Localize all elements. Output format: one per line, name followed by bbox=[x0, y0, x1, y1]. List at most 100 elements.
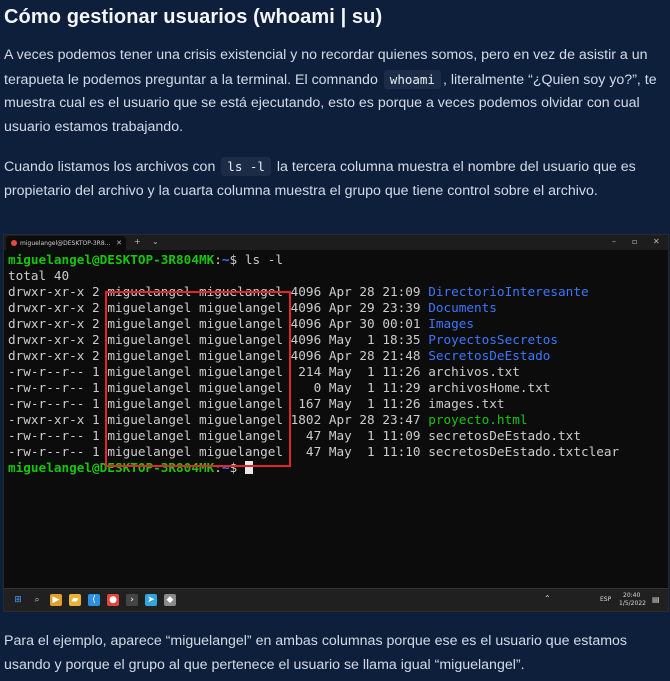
example-paragraph: Para el ejemplo, aparece “miguelangel” e… bbox=[4, 633, 628, 673]
terminal-screenshot: miguelangel@DESKTOP-3R8... ✕ + ⌄ – ▫ ✕ m… bbox=[3, 234, 669, 612]
file-name: Images bbox=[428, 316, 475, 331]
month: Apr bbox=[328, 300, 360, 315]
size: 4096 bbox=[290, 284, 329, 299]
time: 21:09 bbox=[382, 284, 429, 299]
file-name: DirectorioInteresante bbox=[428, 284, 589, 299]
file-name: Documents bbox=[428, 300, 497, 315]
links: 1 bbox=[84, 428, 108, 443]
file-name: images.txt bbox=[428, 396, 505, 411]
day: 30 bbox=[359, 316, 383, 331]
month: Apr bbox=[328, 412, 360, 427]
time: 23:39 bbox=[382, 300, 429, 315]
links: 1 bbox=[84, 364, 108, 379]
size: 1802 bbox=[290, 412, 329, 427]
day: 28 bbox=[359, 412, 383, 427]
terminal-icon[interactable]: › bbox=[126, 594, 138, 606]
month: Apr bbox=[328, 284, 360, 299]
size: 4096 bbox=[290, 348, 329, 363]
tab-title: miguelangel@DESKTOP-3R8... bbox=[20, 239, 111, 247]
perms: -rw-r--r-- bbox=[8, 428, 85, 443]
highlight-box bbox=[105, 291, 291, 467]
day: 1 bbox=[359, 332, 383, 347]
prompt-separator: : bbox=[214, 252, 222, 267]
chevron-down-icon[interactable]: ⌄ bbox=[152, 237, 159, 246]
day: 1 bbox=[359, 396, 383, 411]
size: 4096 bbox=[290, 316, 329, 331]
taskbar: ⌃ ESP 20:40 1/5/2022 ▤ ⊞ ⌕ ▶ ▰ ⟨ ● › ➤ ◆ bbox=[4, 588, 668, 611]
month: May bbox=[328, 428, 360, 443]
ls-paragraph: Cuando listamos los archivos con ls -l l… bbox=[4, 155, 666, 203]
perms: -rw-r--r-- bbox=[8, 364, 85, 379]
day: 1 bbox=[359, 364, 383, 379]
time: 18:35 bbox=[382, 332, 429, 347]
time: 00:01 bbox=[382, 316, 429, 331]
perms: drwxr-xr-x bbox=[8, 332, 85, 347]
maximize-button[interactable]: ▫ bbox=[632, 237, 637, 246]
links: 1 bbox=[84, 396, 108, 411]
time: 11:26 bbox=[382, 364, 429, 379]
day: 28 bbox=[359, 284, 383, 299]
close-icon[interactable]: ✕ bbox=[116, 239, 122, 247]
file-name: SecretosDeEstado bbox=[428, 348, 551, 363]
perms: drwxr-xr-x bbox=[8, 316, 85, 331]
links: 2 bbox=[84, 300, 108, 315]
day: 29 bbox=[359, 300, 383, 315]
chrome-icon[interactable]: ● bbox=[107, 594, 119, 606]
close-window-button[interactable]: ✕ bbox=[653, 237, 660, 246]
file-name: archivos.txt bbox=[428, 364, 520, 379]
links: 1 bbox=[84, 380, 108, 395]
time: 23:47 bbox=[382, 412, 429, 427]
total-line: total 40 bbox=[8, 268, 70, 283]
windows-start-icon[interactable]: ⊞ bbox=[12, 594, 24, 606]
links: 2 bbox=[84, 348, 108, 363]
intro-paragraph: A veces podemos tener una crisis existen… bbox=[4, 44, 666, 139]
time: 11:29 bbox=[382, 380, 429, 395]
command-text: ls -l bbox=[244, 252, 284, 267]
file-name: secretosDeEstado.txtclear bbox=[428, 444, 620, 459]
month: May bbox=[328, 444, 360, 459]
tray-chevron-icon[interactable]: ⌃ bbox=[544, 594, 551, 603]
size: 4096 bbox=[290, 332, 329, 347]
time: 11:26 bbox=[382, 396, 429, 411]
telegram-icon[interactable]: ➤ bbox=[145, 594, 157, 606]
size: 0 bbox=[290, 380, 329, 395]
day: 1 bbox=[359, 380, 383, 395]
terminal-titlebar: miguelangel@DESKTOP-3R8... ✕ + ⌄ – ▫ ✕ bbox=[4, 235, 668, 250]
file-name: proyecto.html bbox=[428, 412, 528, 427]
perms: drwxr-xr-x bbox=[8, 284, 85, 299]
month: Apr bbox=[328, 348, 360, 363]
notification-icon[interactable]: ▤ bbox=[652, 595, 660, 604]
vscode-icon[interactable]: ⟨ bbox=[88, 594, 100, 606]
terminal-tab[interactable]: miguelangel@DESKTOP-3R8... ✕ bbox=[6, 236, 126, 250]
linux-app-icon[interactable]: ◆ bbox=[164, 594, 176, 606]
size: 167 bbox=[290, 396, 329, 411]
file-explorer-icon[interactable]: ▰ bbox=[69, 594, 81, 606]
ls-text-a: Cuando listamos los archivos con bbox=[4, 159, 216, 175]
size: 47 bbox=[290, 428, 329, 443]
prompt-end: $ bbox=[229, 252, 245, 267]
perms: -rw-r--r-- bbox=[8, 444, 85, 459]
perms: -rw-r--r-- bbox=[8, 396, 85, 411]
page-title: Cómo gestionar usuarios (whoami | su) bbox=[4, 6, 383, 28]
minimize-button[interactable]: – bbox=[612, 237, 616, 246]
perms: -rwxr-xr-x bbox=[8, 412, 85, 427]
links: 1 bbox=[84, 412, 108, 427]
clock-time[interactable]: 20:40 bbox=[623, 592, 640, 599]
month: May bbox=[328, 364, 360, 379]
search-icon[interactable]: ⌕ bbox=[31, 594, 43, 606]
prompt-path: ~ bbox=[221, 252, 230, 267]
language-indicator[interactable]: ESP bbox=[600, 596, 611, 603]
file-name: ProyectosSecretos bbox=[428, 332, 559, 347]
command-line: miguelangel@DESKTOP-3R804MK:~$ ls -l bbox=[8, 252, 664, 268]
prompt-user: miguelangel@DESKTOP-3R804MK bbox=[8, 252, 215, 267]
links: 2 bbox=[84, 332, 108, 347]
perms: -rw-r--r-- bbox=[8, 380, 85, 395]
whoami-code: whoami bbox=[383, 69, 441, 89]
media-app-icon[interactable]: ▶ bbox=[50, 594, 62, 606]
file-name: secretosDeEstado.txt bbox=[428, 428, 581, 443]
month: May bbox=[328, 380, 360, 395]
clock-date[interactable]: 1/5/2022 bbox=[619, 600, 646, 607]
size: 214 bbox=[290, 364, 329, 379]
time: 21:48 bbox=[382, 348, 429, 363]
new-tab-button[interactable]: + bbox=[134, 237, 141, 246]
